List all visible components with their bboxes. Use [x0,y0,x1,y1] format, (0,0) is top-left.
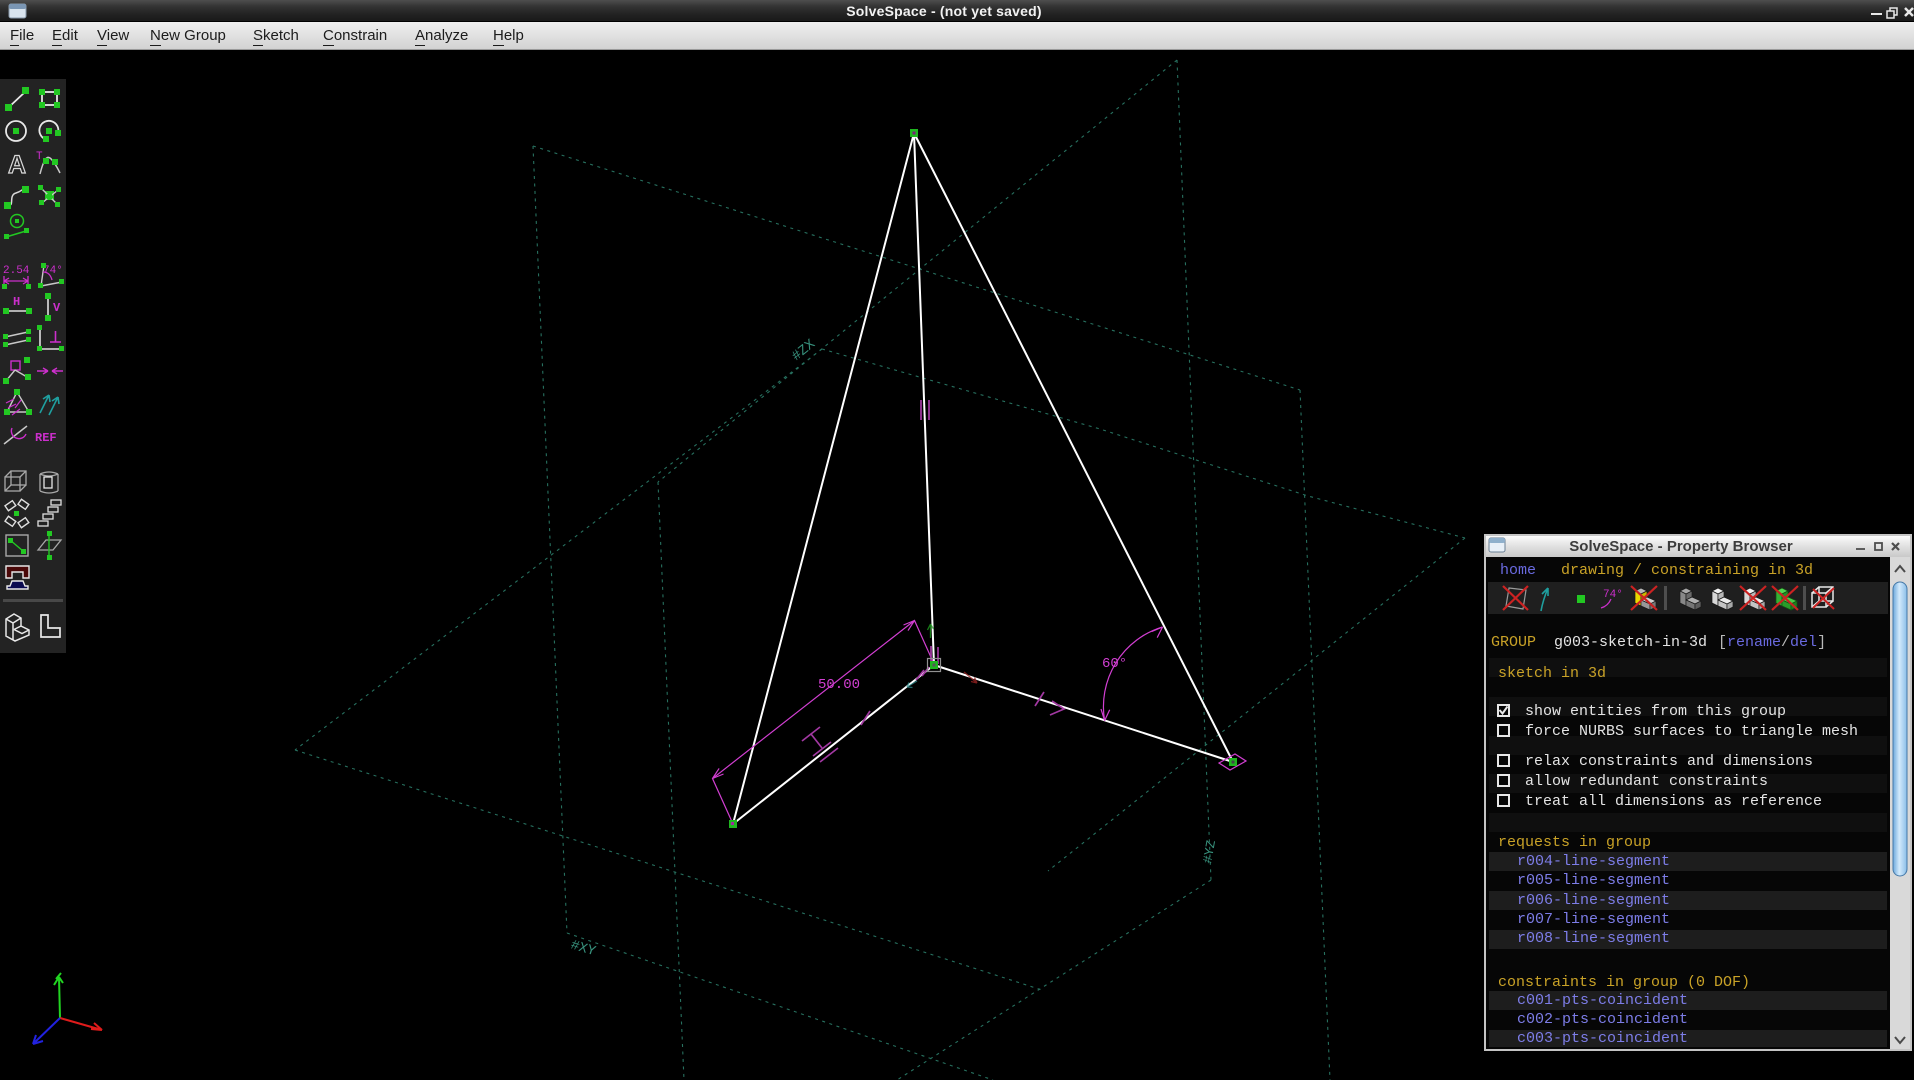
svg-text:#ZX: #ZX [789,336,819,365]
svg-text:2.54: 2.54 [3,265,30,277]
svg-text:#XY: #XY [569,937,598,960]
svg-text:50.00: 50.00 [818,677,860,693]
svg-text:#YZ: #YZ [1200,839,1219,865]
svg-text:T: T [36,151,43,163]
svg-text:60°: 60° [1102,656,1127,672]
svg-text:74°: 74° [1603,589,1623,601]
svg-text:V: V [53,301,61,315]
svg-text:H: H [13,295,20,309]
svg-text:A: A [8,151,26,179]
svg-text:REF: REF [35,431,57,445]
